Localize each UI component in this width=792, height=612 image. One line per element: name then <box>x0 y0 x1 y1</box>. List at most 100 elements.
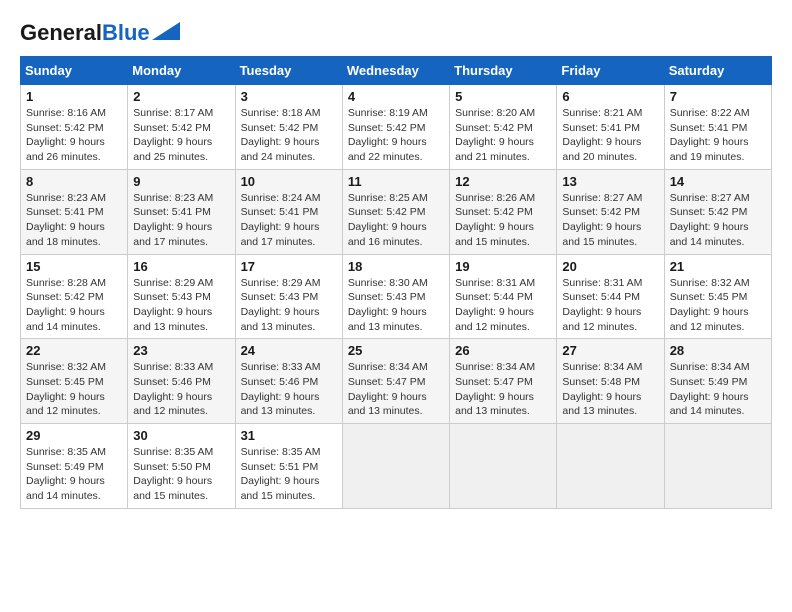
calendar-cell: 3 Sunrise: 8:18 AMSunset: 5:42 PMDaylight… <box>235 85 342 170</box>
day-info: Sunrise: 8:19 AMSunset: 5:42 PMDaylight:… <box>348 106 444 165</box>
day-info: Sunrise: 8:21 AMSunset: 5:41 PMDaylight:… <box>562 106 658 165</box>
day-info: Sunrise: 8:33 AMSunset: 5:46 PMDaylight:… <box>241 360 337 419</box>
page-header: GeneralBlue <box>20 20 772 46</box>
day-info: Sunrise: 8:34 AMSunset: 5:49 PMDaylight:… <box>670 360 766 419</box>
calendar-cell: 25 Sunrise: 8:34 AMSunset: 5:47 PMDayligh… <box>342 339 449 424</box>
calendar-cell: 11 Sunrise: 8:25 AMSunset: 5:42 PMDayligh… <box>342 169 449 254</box>
day-number: 23 <box>133 343 229 358</box>
calendar-cell: 21Sunrise: 8:32 AMSunset: 5:45 PMDayligh… <box>664 254 771 339</box>
calendar-cell: 1Sunrise: 8:16 AMSunset: 5:42 PMDaylight… <box>21 85 128 170</box>
day-info: Sunrise: 8:20 AMSunset: 5:42 PMDaylight:… <box>455 106 551 165</box>
day-info: Sunrise: 8:17 AMSunset: 5:42 PMDaylight:… <box>133 106 229 165</box>
weekday-header-monday: Monday <box>128 57 235 85</box>
calendar-cell: 15 Sunrise: 8:28 AMSunset: 5:42 PMDayligh… <box>21 254 128 339</box>
day-number: 30 <box>133 428 229 443</box>
calendar-cell: 17 Sunrise: 8:29 AMSunset: 5:43 PMDayligh… <box>235 254 342 339</box>
calendar-cell: 29 Sunrise: 8:35 AMSunset: 5:49 PMDayligh… <box>21 424 128 509</box>
calendar-cell: 7 Sunrise: 8:22 AMSunset: 5:41 PMDaylight… <box>664 85 771 170</box>
day-number: 4 <box>348 89 444 104</box>
page-container: GeneralBlue SundayMondayTuesdayWednesday… <box>20 20 772 509</box>
weekday-header-sunday: Sunday <box>21 57 128 85</box>
calendar-cell: 23Sunrise: 8:33 AMSunset: 5:46 PMDayligh… <box>128 339 235 424</box>
day-number: 9 <box>133 174 229 189</box>
day-number: 24 <box>241 343 337 358</box>
calendar-cell <box>342 424 449 509</box>
day-info: Sunrise: 8:27 AMSunset: 5:42 PMDaylight:… <box>670 191 766 250</box>
calendar-cell: 13Sunrise: 8:27 AMSunset: 5:42 PMDayligh… <box>557 169 664 254</box>
calendar-cell: 2 Sunrise: 8:17 AMSunset: 5:42 PMDaylight… <box>128 85 235 170</box>
calendar-cell: 19 Sunrise: 8:31 AMSunset: 5:44 PMDayligh… <box>450 254 557 339</box>
calendar-cell: 18 Sunrise: 8:30 AMSunset: 5:43 PMDayligh… <box>342 254 449 339</box>
day-info: Sunrise: 8:23 AMSunset: 5:41 PMDaylight:… <box>26 191 122 250</box>
day-number: 31 <box>241 428 337 443</box>
logo-text: GeneralBlue <box>20 20 150 46</box>
day-info: Sunrise: 8:35 AMSunset: 5:49 PMDaylight:… <box>26 445 122 504</box>
day-number: 18 <box>348 259 444 274</box>
day-number: 15 <box>26 259 122 274</box>
calendar-cell: 16Sunrise: 8:29 AMSunset: 5:43 PMDayligh… <box>128 254 235 339</box>
day-number: 14 <box>670 174 766 189</box>
day-info: Sunrise: 8:22 AMSunset: 5:41 PMDaylight:… <box>670 106 766 165</box>
day-info: Sunrise: 8:26 AMSunset: 5:42 PMDaylight:… <box>455 191 551 250</box>
day-number: 3 <box>241 89 337 104</box>
weekday-header-tuesday: Tuesday <box>235 57 342 85</box>
day-info: Sunrise: 8:35 AMSunset: 5:51 PMDaylight:… <box>241 445 337 504</box>
calendar-cell: 8Sunrise: 8:23 AMSunset: 5:41 PMDaylight… <box>21 169 128 254</box>
day-info: Sunrise: 8:35 AMSunset: 5:50 PMDaylight:… <box>133 445 229 504</box>
day-info: Sunrise: 8:29 AMSunset: 5:43 PMDaylight:… <box>241 276 337 335</box>
day-number: 20 <box>562 259 658 274</box>
day-info: Sunrise: 8:31 AMSunset: 5:44 PMDaylight:… <box>562 276 658 335</box>
weekday-header-wednesday: Wednesday <box>342 57 449 85</box>
calendar-cell: 24 Sunrise: 8:33 AMSunset: 5:46 PMDayligh… <box>235 339 342 424</box>
calendar-cell: 4 Sunrise: 8:19 AMSunset: 5:42 PMDaylight… <box>342 85 449 170</box>
calendar-week-row: 22Sunrise: 8:32 AMSunset: 5:45 PMDayligh… <box>21 339 772 424</box>
day-info: Sunrise: 8:34 AMSunset: 5:47 PMDaylight:… <box>348 360 444 419</box>
calendar-cell: 6Sunrise: 8:21 AMSunset: 5:41 PMDaylight… <box>557 85 664 170</box>
calendar-cell: 28 Sunrise: 8:34 AMSunset: 5:49 PMDayligh… <box>664 339 771 424</box>
calendar-table: SundayMondayTuesdayWednesdayThursdayFrid… <box>20 56 772 509</box>
day-number: 7 <box>670 89 766 104</box>
calendar-cell: 5 Sunrise: 8:20 AMSunset: 5:42 PMDaylight… <box>450 85 557 170</box>
day-info: Sunrise: 8:23 AMSunset: 5:41 PMDaylight:… <box>133 191 229 250</box>
day-info: Sunrise: 8:28 AMSunset: 5:42 PMDaylight:… <box>26 276 122 335</box>
day-info: Sunrise: 8:25 AMSunset: 5:42 PMDaylight:… <box>348 191 444 250</box>
day-number: 25 <box>348 343 444 358</box>
day-number: 5 <box>455 89 551 104</box>
day-number: 28 <box>670 343 766 358</box>
calendar-cell: 14 Sunrise: 8:27 AMSunset: 5:42 PMDayligh… <box>664 169 771 254</box>
day-info: Sunrise: 8:32 AMSunset: 5:45 PMDaylight:… <box>26 360 122 419</box>
day-number: 29 <box>26 428 122 443</box>
calendar-week-row: 29 Sunrise: 8:35 AMSunset: 5:49 PMDayligh… <box>21 424 772 509</box>
day-number: 13 <box>562 174 658 189</box>
day-number: 27 <box>562 343 658 358</box>
calendar-cell: 10 Sunrise: 8:24 AMSunset: 5:41 PMDayligh… <box>235 169 342 254</box>
calendar-cell <box>450 424 557 509</box>
calendar-week-row: 8Sunrise: 8:23 AMSunset: 5:41 PMDaylight… <box>21 169 772 254</box>
day-number: 17 <box>241 259 337 274</box>
day-number: 16 <box>133 259 229 274</box>
calendar-cell: 9 Sunrise: 8:23 AMSunset: 5:41 PMDaylight… <box>128 169 235 254</box>
day-number: 21 <box>670 259 766 274</box>
day-info: Sunrise: 8:31 AMSunset: 5:44 PMDaylight:… <box>455 276 551 335</box>
day-number: 12 <box>455 174 551 189</box>
day-number: 11 <box>348 174 444 189</box>
day-number: 2 <box>133 89 229 104</box>
weekday-header-thursday: Thursday <box>450 57 557 85</box>
weekday-header-saturday: Saturday <box>664 57 771 85</box>
day-number: 19 <box>455 259 551 274</box>
weekday-header-row: SundayMondayTuesdayWednesdayThursdayFrid… <box>21 57 772 85</box>
day-number: 26 <box>455 343 551 358</box>
calendar-cell: 22Sunrise: 8:32 AMSunset: 5:45 PMDayligh… <box>21 339 128 424</box>
calendar-cell <box>557 424 664 509</box>
day-info: Sunrise: 8:34 AMSunset: 5:47 PMDaylight:… <box>455 360 551 419</box>
day-info: Sunrise: 8:24 AMSunset: 5:41 PMDaylight:… <box>241 191 337 250</box>
day-info: Sunrise: 8:30 AMSunset: 5:43 PMDaylight:… <box>348 276 444 335</box>
calendar-cell: 27Sunrise: 8:34 AMSunset: 5:48 PMDayligh… <box>557 339 664 424</box>
logo: GeneralBlue <box>20 20 180 46</box>
day-info: Sunrise: 8:18 AMSunset: 5:42 PMDaylight:… <box>241 106 337 165</box>
day-number: 10 <box>241 174 337 189</box>
weekday-header-friday: Friday <box>557 57 664 85</box>
calendar-cell <box>664 424 771 509</box>
calendar-cell: 12 Sunrise: 8:26 AMSunset: 5:42 PMDayligh… <box>450 169 557 254</box>
calendar-cell: 30 Sunrise: 8:35 AMSunset: 5:50 PMDayligh… <box>128 424 235 509</box>
